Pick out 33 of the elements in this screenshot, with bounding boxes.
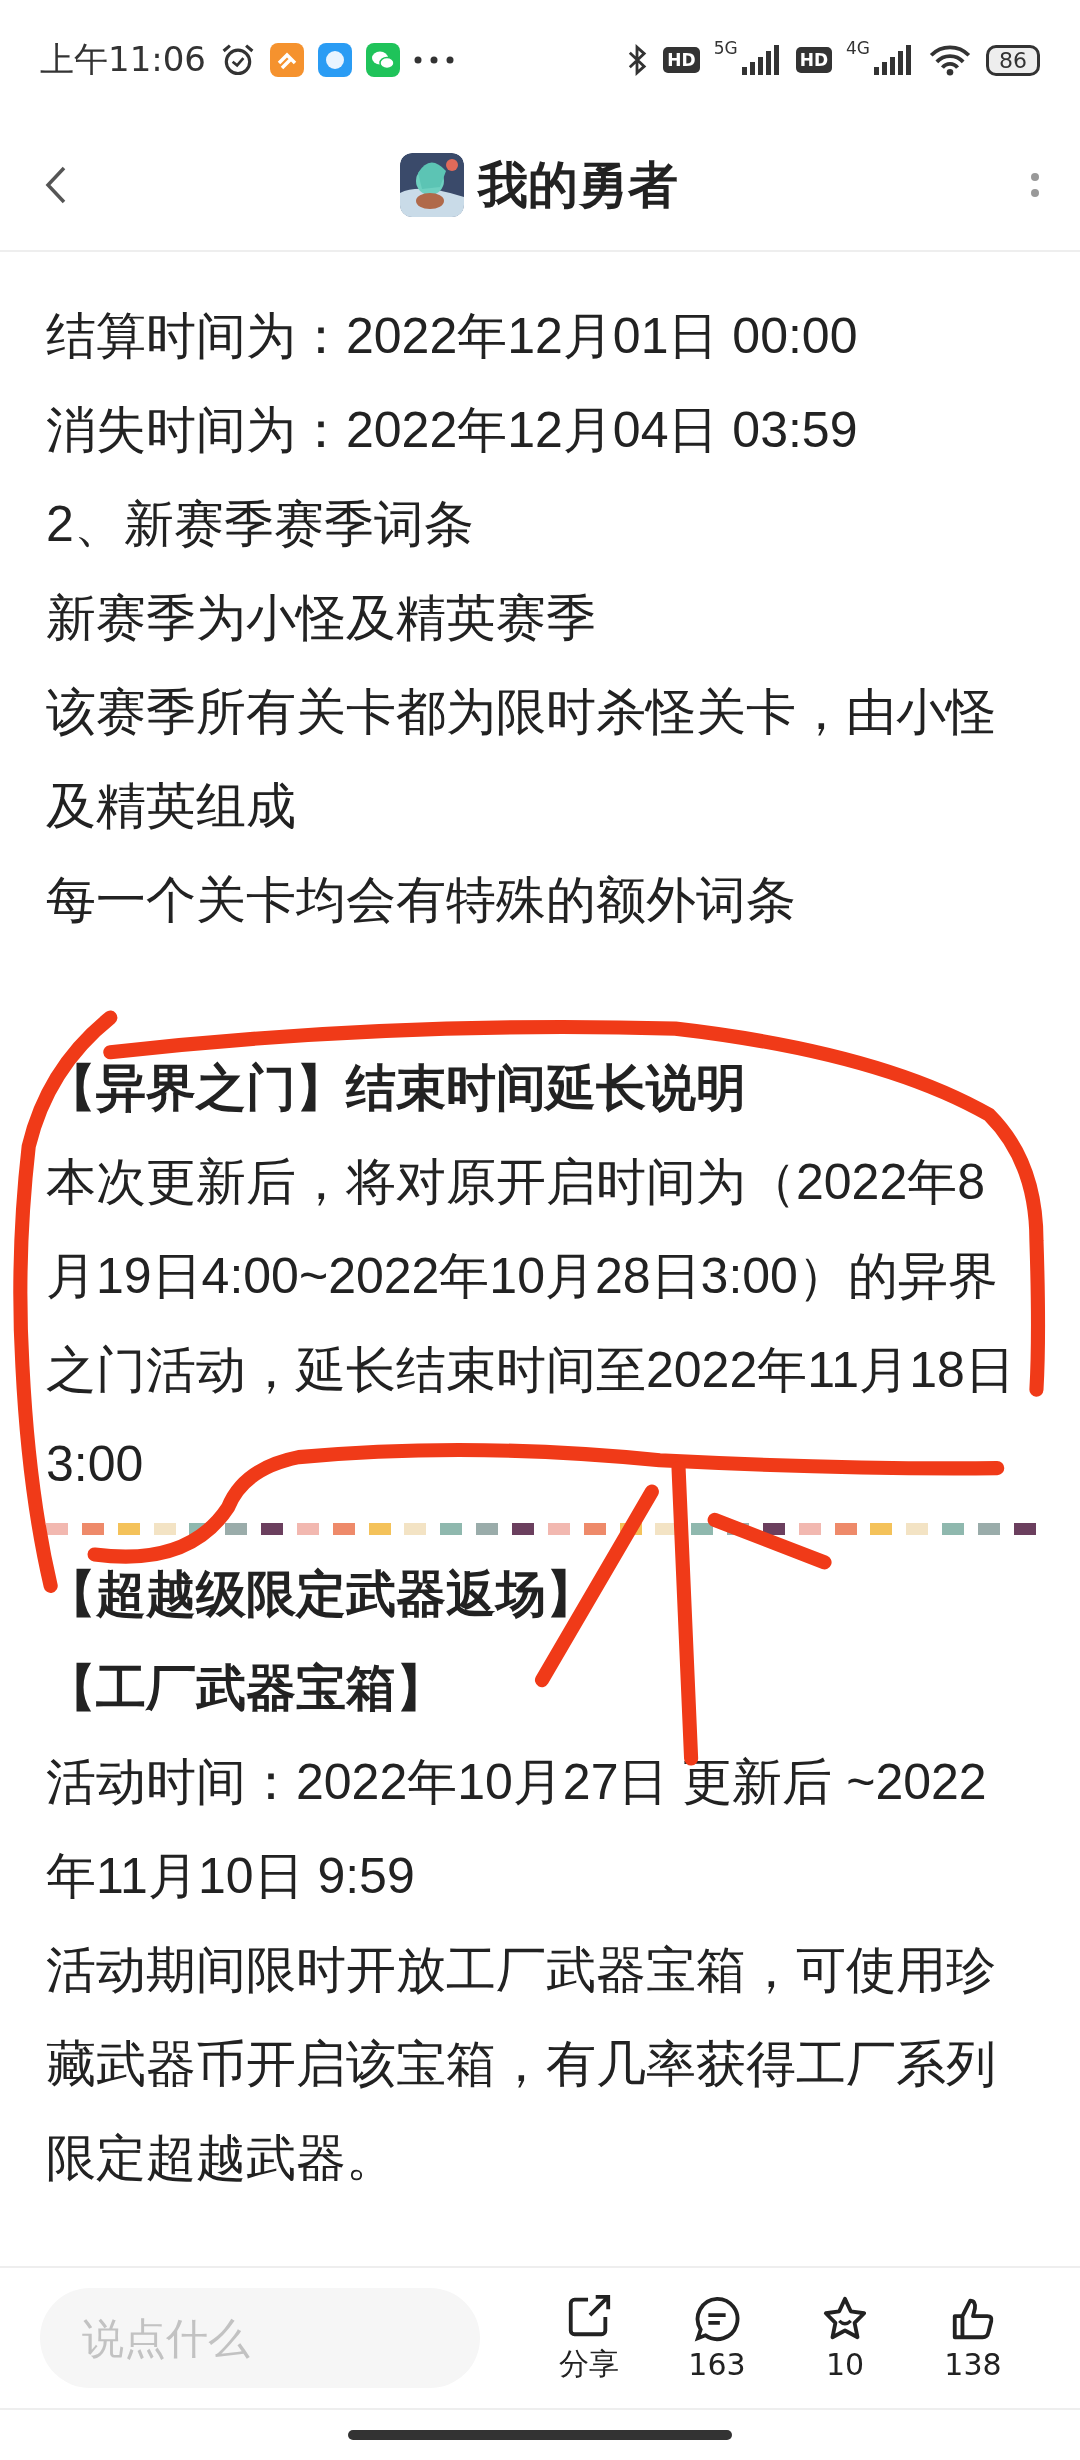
status-time: 上午11:06: [40, 38, 206, 81]
article-text: 新赛季为小怪及精英赛季: [46, 589, 597, 648]
more-notifications-icon: [414, 56, 454, 64]
action-button[interactable]: 10: [790, 2294, 900, 2382]
wifi-icon: [928, 44, 972, 76]
signal-icon: [874, 45, 914, 75]
article-text: 结算时间为：2022年12月01日 00:00: [46, 307, 859, 366]
section-heading: 【工厂武器宝箱】: [46, 1659, 447, 1718]
hd-badge: HD: [663, 47, 700, 73]
network-type: 4G: [846, 38, 870, 58]
article-text: 2、新赛季赛季词条: [46, 495, 475, 554]
article-text: 该赛季所有关卡都为限时杀怪关卡，由小怪及精英组成: [46, 683, 997, 836]
comment-icon: [693, 2294, 741, 2343]
article-text: 活动期间限时开放工厂武器宝箱，可使用珍藏武器币开启该宝箱，有几率获得工厂系列限定超越武器。: [46, 1941, 997, 2188]
chat-app-icon: [366, 43, 400, 77]
signal-icon: [741, 45, 782, 75]
article-text: 每一个关卡均会有特殊的额外词条: [46, 871, 797, 930]
network-type: 5G: [713, 38, 738, 58]
action-button[interactable]: 138: [918, 2294, 1028, 2382]
section-heading: 【异界之门】结束时间延长说明: [46, 1059, 747, 1118]
article-text: 消失时间为：2022年12月04日 03:59: [46, 401, 859, 460]
article-text: 本次更新后，将对原开启时间为（2022年8月19日4:00~2022年10月28日3:00）的异界之门活动，延长结束时间至2022年11月18日3:00: [46, 1153, 1016, 1494]
hd-badge: HD: [795, 47, 832, 73]
section-heading: 【超越级限定武器返场】: [46, 1565, 597, 1624]
app-notification-icon: [270, 43, 304, 77]
back-icon[interactable]: [44, 165, 68, 205]
battery-indicator: 86: [986, 44, 1040, 76]
page-title: 我的勇者: [478, 154, 678, 216]
article-text: 活动时间：2022年10月27日 更新后 ~2022年11月10日 9:59: [46, 1753, 988, 1906]
action-button[interactable]: 分享: [534, 2291, 644, 2385]
action-button[interactable]: 163: [662, 2294, 772, 2382]
alarm-icon: [220, 42, 256, 78]
app-notification-icon: [318, 43, 352, 77]
